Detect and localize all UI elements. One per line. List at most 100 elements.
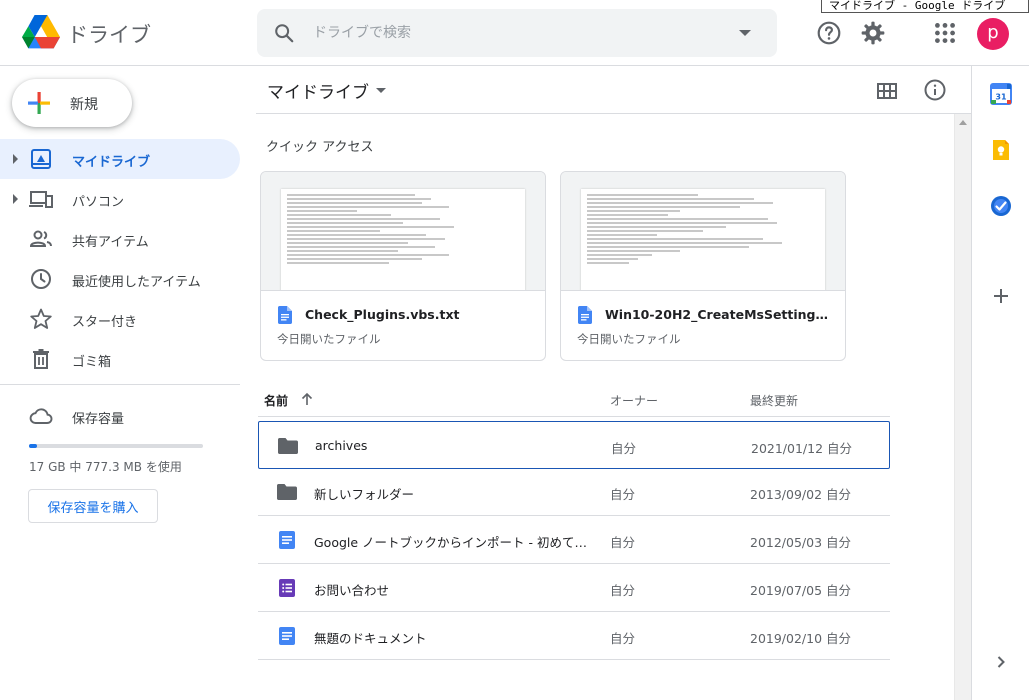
thumbnail-page: [281, 189, 525, 290]
shared-people-icon: [29, 230, 52, 247]
file-modified: 2019/02/10 自分: [750, 631, 852, 646]
file-name: お問い合わせ: [314, 583, 390, 598]
sidebar-item-label: 共有アイテム: [72, 235, 149, 250]
folder-icon: [278, 438, 298, 454]
file-owner: 自分: [610, 535, 636, 550]
side-panel: 31: [971, 66, 1029, 700]
plus-icon: [28, 92, 50, 114]
sidebar-item-my-drive[interactable]: マイドライブ: [0, 139, 240, 179]
thumbnail-page: [581, 189, 825, 290]
app-name: ドライブ: [67, 23, 151, 47]
trash-icon: [33, 349, 49, 369]
doc-file-icon: [578, 306, 592, 324]
google-forms-icon: [279, 579, 295, 597]
file-modified: 2021/01/12 自分: [751, 441, 853, 456]
file-name: archives: [315, 438, 368, 453]
file-row[interactable]: 新しいフォルダー 自分 2013/09/02 自分: [258, 468, 890, 516]
quick-access-file-name: Win10-20H2_CreateMsSettingsShortcuts.txt: [605, 307, 835, 322]
info-icon[interactable]: [923, 78, 947, 102]
folder-icon: [277, 484, 297, 500]
apps-grid-icon[interactable]: [932, 20, 958, 46]
keep-icon[interactable]: [989, 138, 1013, 162]
column-header-owner[interactable]: オーナー: [610, 392, 658, 409]
storage-usage-fill: [29, 444, 37, 448]
sidebar-item-label: パソコン: [72, 195, 125, 210]
storage-usage-text: 17 GB 中 777.3 MB を使用: [29, 460, 182, 474]
file-row[interactable]: archives 自分 2021/01/12 自分: [258, 421, 890, 469]
file-row[interactable]: お問い合わせ 自分 2019/07/05 自分: [258, 564, 890, 612]
quick-access-card[interactable]: Win10-20H2_CreateMsSettingsShortcuts.txt…: [560, 171, 846, 361]
expand-arrow-icon[interactable]: [13, 194, 18, 204]
add-addon-plus-icon[interactable]: [989, 284, 1013, 308]
page-title[interactable]: マイドライブ: [267, 78, 369, 103]
file-owner: 自分: [610, 487, 636, 502]
star-icon: [30, 308, 52, 329]
new-button[interactable]: 新規: [12, 79, 132, 127]
settings-gear-icon[interactable]: [860, 20, 886, 46]
quick-access-file-reason: 今日開いたファイル: [277, 332, 381, 346]
file-list-header: 名前 オーナー 最終更新: [258, 381, 890, 417]
expand-arrow-icon[interactable]: [13, 154, 18, 164]
sidebar-item-recent[interactable]: 最近使用したアイテム: [0, 259, 240, 299]
sidebar-item-trash[interactable]: ゴミ箱: [0, 339, 240, 379]
account-avatar[interactable]: p: [977, 18, 1009, 50]
cloud-icon: [29, 408, 53, 424]
quick-access-file-reason: 今日開いたファイル: [577, 332, 681, 346]
sidebar-item-shared[interactable]: 共有アイテム: [0, 219, 240, 259]
file-owner: 自分: [610, 583, 636, 598]
file-row[interactable]: 無題のドキュメント 自分 2019/02/10 自分: [258, 612, 890, 660]
buy-storage-button[interactable]: 保存容量を購入: [28, 489, 158, 523]
title-dropdown-icon[interactable]: [376, 88, 386, 93]
column-header-name[interactable]: 名前: [264, 392, 288, 409]
main-content: マイドライブ クイック アクセス Check_Plugins.vbs.txt 今…: [256, 66, 971, 700]
my-drive-icon: [31, 149, 51, 169]
clock-icon: [31, 269, 51, 289]
sidebar-item-label: スター付き: [72, 315, 138, 330]
sidebar-item-computers[interactable]: パソコン: [0, 179, 240, 219]
sidebar-divider: [0, 384, 240, 385]
quick-access-title: クイック アクセス: [266, 140, 374, 155]
storage-usage-bar: [29, 444, 203, 448]
help-icon[interactable]: [816, 20, 842, 46]
file-owner: 自分: [610, 631, 636, 646]
file-name: 無題のドキュメント: [314, 631, 427, 646]
file-name: Google ノートブックからインポート - 初めてのノートブック: [314, 535, 589, 550]
doc-file-icon: [278, 306, 292, 324]
sidebar-item-label: マイドライブ: [72, 155, 151, 170]
column-header-modified[interactable]: 最終更新: [750, 392, 798, 409]
expand-panel-chevron-icon[interactable]: [989, 650, 1013, 674]
tasks-icon[interactable]: [989, 194, 1013, 218]
file-thumbnail: [261, 172, 545, 291]
grid-view-icon[interactable]: [875, 79, 899, 103]
search-input[interactable]: [313, 21, 713, 45]
sidebar-item-label: 保存容量: [72, 412, 125, 427]
file-name: 新しいフォルダー: [314, 487, 415, 502]
file-modified: 2019/07/05 自分: [750, 583, 852, 598]
sidebar-item-storage[interactable]: 保存容量: [0, 396, 240, 436]
computers-icon: [29, 191, 53, 208]
file-row[interactable]: Google ノートブックからインポート - 初めてのノートブック 自分 201…: [258, 516, 890, 564]
sidebar-item-starred[interactable]: スター付き: [0, 299, 240, 339]
search-icon[interactable]: [273, 22, 295, 44]
page-title-row: マイドライブ: [256, 66, 971, 114]
google-docs-icon: [279, 627, 295, 645]
file-thumbnail: [561, 172, 845, 291]
quick-access-file-name: Check_Plugins.vbs.txt: [305, 307, 460, 322]
google-drive-logo[interactable]: [22, 15, 60, 49]
sidebar: 新規 マイドライブ パソコン 共有アイテム 最近使用したアイテム スター付き ゴ…: [0, 66, 256, 700]
search-bar[interactable]: [257, 9, 777, 57]
file-owner: 自分: [611, 441, 637, 456]
sidebar-item-label: 最近使用したアイテム: [72, 275, 201, 290]
window-title-tooltip: マイドライブ - Google ドライブ: [821, 0, 1029, 13]
google-docs-icon: [279, 531, 295, 549]
sidebar-item-label: ゴミ箱: [72, 355, 112, 370]
sort-ascending-arrow-icon[interactable]: [300, 392, 314, 406]
file-modified: 2013/09/02 自分: [750, 487, 852, 502]
search-options-caret-icon[interactable]: [733, 25, 757, 41]
vertical-scrollbar[interactable]: [954, 114, 971, 700]
file-modified: 2012/05/03 自分: [750, 535, 852, 550]
new-button-label: 新規: [70, 97, 98, 113]
quick-access-card[interactable]: Check_Plugins.vbs.txt 今日開いたファイル: [260, 171, 546, 361]
scroll-up-arrow-icon[interactable]: [959, 120, 967, 125]
calendar-icon[interactable]: 31: [989, 82, 1013, 106]
